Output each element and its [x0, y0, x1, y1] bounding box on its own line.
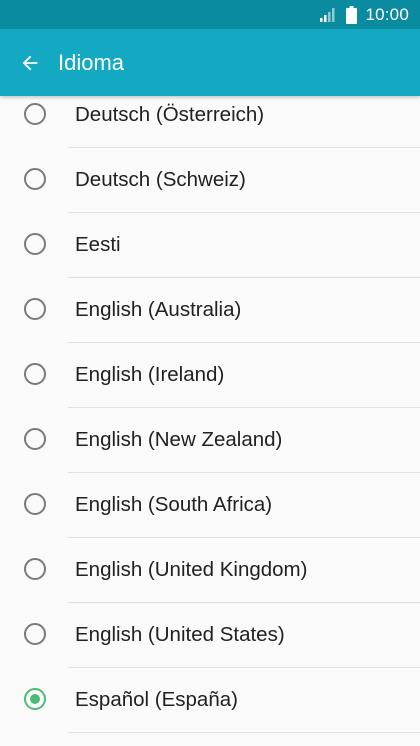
language-item[interactable]: English (Australia) — [0, 278, 420, 343]
radio-unchecked-icon[interactable] — [24, 103, 46, 125]
language-label: Eesti — [75, 233, 121, 256]
radio-unchecked-icon[interactable] — [24, 233, 46, 255]
language-label: Deutsch (Österreich) — [75, 103, 265, 126]
language-label: English (United Kingdom) — [75, 558, 308, 581]
language-item[interactable]: English (New Zealand) — [0, 408, 420, 473]
radio-unchecked-icon[interactable] — [24, 558, 46, 580]
radio-unchecked-icon[interactable] — [24, 298, 46, 320]
radio-unchecked-icon[interactable] — [24, 428, 46, 450]
arrow-back-icon — [22, 55, 38, 70]
status-bar: 10:00 — [0, 0, 420, 29]
language-label: English (Ireland) — [75, 363, 225, 386]
language-label: Deutsch (Schweiz) — [75, 168, 246, 191]
page-title: Idioma — [58, 49, 125, 75]
language-label: English (United States) — [75, 623, 285, 646]
language-item[interactable]: English (Ireland) — [0, 343, 420, 408]
app-bar: Idioma — [0, 29, 420, 96]
radio-unchecked-icon[interactable] — [24, 363, 46, 385]
radio-checked-icon[interactable] — [24, 688, 46, 710]
language-item[interactable]: English (United Kingdom) — [0, 538, 420, 603]
language-item[interactable]: English (United States) — [0, 603, 420, 668]
signal-icon — [320, 7, 336, 22]
radio-unchecked-icon[interactable] — [24, 168, 46, 190]
language-list: Deutsch (Österreich) Deutsch (Schweiz) Ees… — [0, 83, 420, 746]
language-label: Español (España) — [75, 688, 238, 711]
language-label: English (Australia) — [75, 298, 242, 321]
battery-icon — [346, 5, 358, 24]
radio-unchecked-icon[interactable] — [24, 623, 46, 645]
language-label: English (New Zealand) — [75, 428, 283, 451]
radio-unchecked-icon[interactable] — [24, 493, 46, 515]
language-item[interactable]: Español (España) — [0, 668, 420, 733]
language-label: English (South Africa) — [75, 493, 273, 516]
language-item[interactable]: Eesti — [0, 213, 420, 278]
status-time: 10:00 — [365, 4, 409, 24]
language-item[interactable]: Deutsch (Schweiz) — [0, 148, 420, 213]
back-button[interactable] — [2, 35, 58, 91]
language-item[interactable]: English (South Africa) — [0, 473, 420, 538]
